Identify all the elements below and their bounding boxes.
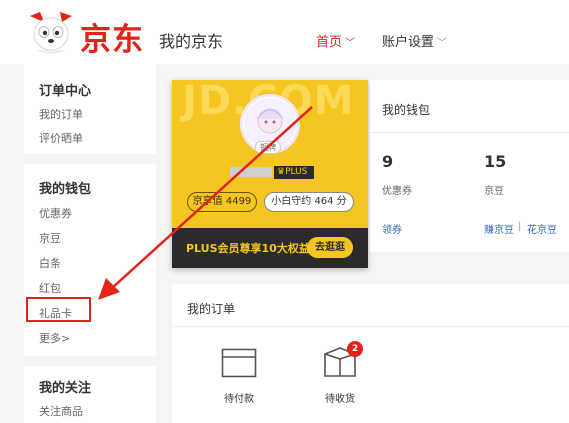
annotation-arrow-icon (98, 106, 313, 300)
